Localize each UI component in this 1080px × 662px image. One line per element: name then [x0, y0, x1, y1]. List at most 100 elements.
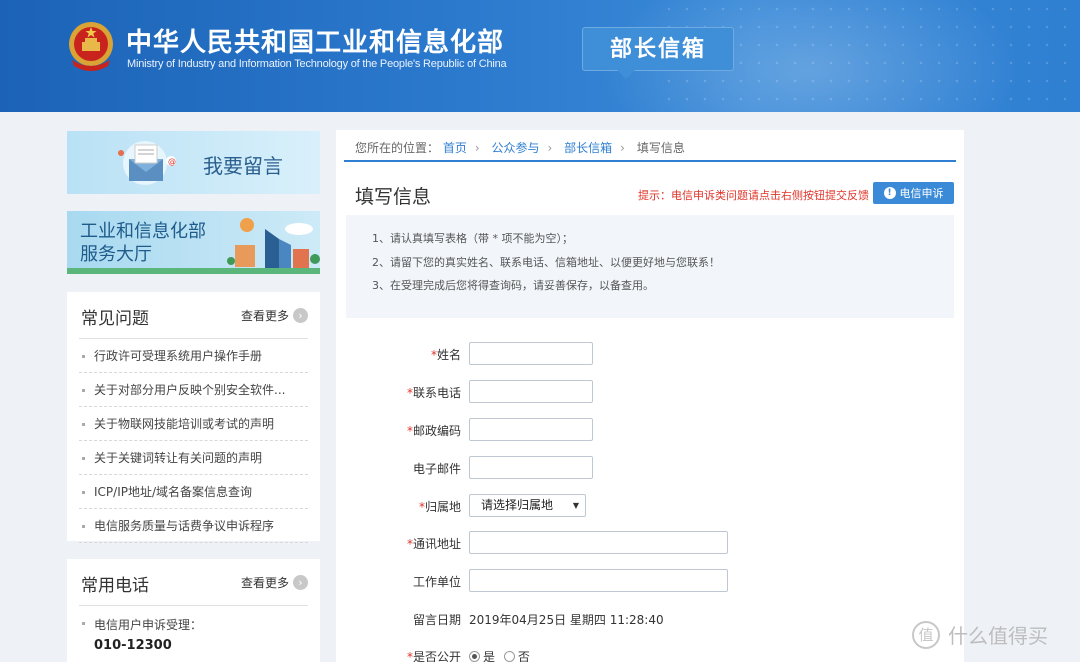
breadcrumb-separator-icon: ›: [620, 141, 625, 155]
employer-label: 工作单位: [412, 575, 461, 589]
date-label: 留言日期: [412, 613, 461, 627]
leave-message-banner[interactable]: @ 我要留言: [67, 131, 320, 194]
minister-mailbox-label: 部长信箱: [609, 37, 706, 62]
breadcrumb-separator-icon: ›: [474, 141, 480, 155]
postcode-row: *邮政编码: [336, 418, 964, 442]
name-input[interactable]: [469, 342, 593, 365]
phone-entry: 电信用户申诉受理： 010-12300: [67, 606, 320, 662]
public-options: 是 否: [469, 648, 530, 662]
phones-more-label: 查看更多: [240, 576, 289, 590]
phone-label-text: 联系电话: [412, 386, 461, 400]
instruction-item: 2、请留下您的真实姓名、联系电话、信箱地址、以便更好地与您联系！: [372, 255, 720, 269]
badge-tail: [617, 70, 635, 79]
region-label: *归属地: [419, 498, 461, 515]
phone-row: *联系电话: [336, 380, 964, 404]
region-label-text: 归属地: [424, 500, 461, 514]
faq-item[interactable]: 关于对部分用户反映个别安全软件...: [79, 373, 308, 407]
site-header: 中华人民共和国工业和信息化部 Ministry of Industry and …: [0, 0, 1080, 112]
breadcrumb-home[interactable]: 首页: [443, 141, 467, 155]
phone-label: *联系电话: [407, 384, 461, 401]
address-label-text: 通讯地址: [412, 537, 461, 551]
region-select[interactable]: 请选择归属地 ▼: [469, 494, 586, 517]
name-label-text: 姓名: [436, 348, 461, 362]
faq-item[interactable]: ICP/IP地址/域名备案信息查询: [79, 475, 308, 509]
address-input[interactable]: [469, 531, 728, 554]
name-label: *姓名: [431, 346, 461, 363]
service-hall-banner[interactable]: 工业和信息化部 服务大厅: [67, 211, 320, 274]
address-row: *通讯地址: [336, 531, 964, 555]
faq-item[interactable]: 电信服务质量与话费争议申诉程序: [79, 509, 308, 543]
ground-strip: [67, 268, 320, 274]
site-title: 中华人民共和国工业和信息化部: [126, 28, 505, 58]
faq-more-link[interactable]: 查看更多 ›: [241, 307, 308, 324]
postcode-label: *邮政编码: [407, 422, 461, 439]
address-label: *通讯地址: [407, 535, 461, 552]
public-label-text: 是否公开: [412, 650, 461, 662]
phone-input[interactable]: [469, 380, 593, 403]
public-label: *是否公开: [407, 648, 461, 662]
minister-mailbox-badge: 部长信箱: [582, 27, 734, 79]
chevron-right-icon: ›: [293, 308, 308, 323]
service-hall-line1: 工业和信息化部: [80, 221, 206, 242]
complaint-hint: 提示：电信申诉类问题请点击右侧按钮提交反馈: [638, 189, 869, 202]
faq-title: 常见问题: [81, 309, 149, 329]
city-buildings-icon: [227, 218, 320, 268]
site-subtitle: Ministry of Industry and Information Tec…: [127, 58, 507, 70]
public-row: *是否公开 是 否: [336, 644, 964, 662]
public-no-radio[interactable]: [503, 651, 515, 662]
breadcrumb-prefix: 您所在的位置：: [355, 141, 440, 155]
date-value: 2019年04月25日 星期四 11:28:40: [469, 613, 664, 627]
name-row: *姓名: [336, 342, 964, 366]
postcode-input[interactable]: [469, 418, 593, 441]
employer-row: 工作单位: [336, 569, 964, 593]
service-hall-line2: 服务大厅: [80, 244, 152, 265]
instructions-box: 1、请认真填写表格（带 * 项不能为空）； 2、请留下您的真实姓名、联系电话、信…: [346, 215, 954, 318]
public-yes-label: 是: [483, 650, 496, 662]
service-hall-label: 工业和信息化部 服务大厅: [80, 220, 206, 266]
postcode-label-text: 邮政编码: [412, 424, 461, 438]
breadcrumb-current: 填写信息: [636, 141, 685, 155]
national-emblem-icon: [69, 22, 113, 71]
watermark-text: 什么值得买: [948, 624, 1048, 648]
watermark: 值 什么值得买: [912, 620, 1048, 649]
phone-entry-number: 010-12300: [94, 638, 172, 653]
email-label: 电子邮件: [412, 462, 461, 476]
svg-text:@: @: [168, 157, 176, 166]
form-title: 填写信息: [355, 186, 432, 208]
instructions-list: 1、请认真填写表格（带 * 项不能为空）； 2、请留下您的真实姓名、联系电话、信…: [372, 230, 720, 301]
dropdown-arrow-icon: ▼: [572, 501, 579, 510]
faq-item[interactable]: 行政许可受理系统用户操作手册: [79, 339, 308, 373]
breadcrumb-mailbox[interactable]: 部长信箱: [564, 141, 612, 155]
breadcrumb-public[interactable]: 公众参与: [492, 141, 540, 155]
region-row: *归属地 请选择归属地 ▼: [336, 494, 964, 518]
smzdm-logo-icon: 值: [912, 620, 940, 649]
faq-item[interactable]: 关于关键词转让有关问题的声明: [79, 441, 308, 475]
email-input[interactable]: [469, 456, 593, 479]
exclamation-icon: !: [883, 187, 896, 199]
leave-message-label: 我要留言: [203, 154, 283, 178]
breadcrumb-underline: [344, 160, 956, 162]
instruction-item: 3、在受理完成后您将得查询码，请妥善保存，以备查用。: [372, 279, 654, 292]
phones-panel: 常用电话 查看更多 › 电信用户申诉受理： 010-12300: [67, 559, 320, 662]
main-content: 您所在的位置： 首页 › 公众参与 › 部长信箱 › 填写信息 填写信息 提示：电信申…: [336, 130, 964, 662]
faq-more-label: 查看更多: [240, 309, 289, 323]
telecom-complaint-button[interactable]: ! 电信申诉: [873, 182, 954, 204]
phones-title: 常用电话: [81, 576, 149, 596]
public-no-label: 否: [517, 650, 530, 662]
email-row: 电子邮件: [336, 456, 964, 480]
public-yes-radio[interactable]: [469, 651, 480, 662]
employer-input[interactable]: [469, 569, 728, 592]
breadcrumb: 您所在的位置： 首页 › 公众参与 › 部长信箱 › 填写信息: [355, 139, 685, 156]
instruction-item: 1、请认真填写表格（带 * 项不能为空）；: [372, 232, 573, 245]
phones-more-link[interactable]: 查看更多 ›: [241, 574, 308, 591]
mail-envelope-icon: @: [118, 141, 176, 185]
faq-item[interactable]: 关于物联网技能培训或考试的声明: [79, 407, 308, 441]
region-select-value: 请选择归属地: [481, 498, 554, 512]
faq-list: 行政许可受理系统用户操作手册 关于对部分用户反映个别安全软件... 关于物联网技…: [79, 339, 308, 543]
telecom-complaint-label: 电信申诉: [899, 187, 944, 200]
date-row: 留言日期 2019年04月25日 星期四 11:28:40: [336, 607, 964, 631]
breadcrumb-separator-icon: ›: [547, 141, 553, 155]
phone-entry-label: 电信用户申诉受理：: [94, 618, 203, 632]
chevron-right-icon: ›: [293, 575, 308, 590]
faq-panel: 常见问题 查看更多 › 行政许可受理系统用户操作手册 关于对部分用户反映个别安全…: [67, 292, 320, 543]
